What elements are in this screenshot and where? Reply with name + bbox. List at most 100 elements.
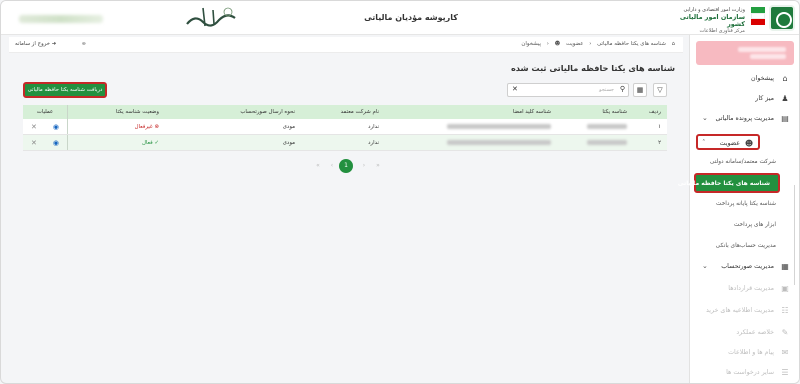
sidebar-item-label: مدیریت پرونده مالیاتی [715,115,775,122]
person-icon: ☻ [554,41,561,47]
logout-label: خروج از سامانه [15,41,50,47]
sidebar-item-dashboard[interactable]: ⌂ پیشخوان [690,71,799,87]
breadcrumb-membership[interactable]: عضویت [566,41,583,47]
next-page-icon[interactable]: › [357,159,371,173]
home-icon: ⌂ [671,41,675,47]
app-window: وزارت امور اقتصادی و دارایی سازمان امور … [0,0,800,384]
breadcrumb-current: شناسه های یکتا حافظه مالیاتی [597,41,666,47]
sidebar-item-label: سایر درخواست ها [726,369,774,376]
sidebar-item-label: مدیریت قراردادها [728,285,774,292]
row-send-mode: مودی [282,123,295,130]
sidebar-item-summary: ✎ خلاصه عملکرد [690,325,799,341]
delete-icon[interactable]: ✕ [31,139,37,147]
user-profile-card[interactable] [696,41,794,65]
subitem-label: شناسه یکتا پایانه پرداخت [716,201,776,207]
col-send-mode[interactable]: نحوه ارسال صورتحساب [215,105,295,119]
sidebar-item-desk[interactable]: ♟ میز کار [690,91,799,107]
table-row[interactable]: ۱ ندارد مودی غیرفعال ⊗ ✕ ◉ [23,119,667,135]
contract-icon: ▣ [781,284,789,293]
col-status[interactable]: وضعیت شناسه یکتا [75,105,159,119]
chevron-down-icon: ⌄ [702,262,708,270]
file-icon: ▤ [781,114,789,123]
table-row[interactable]: ۲ ندارد مودی فعال ✓ ✕ ◉ [23,135,667,151]
subitem-trusted-company[interactable]: شرکت معتمد/سامانه دولتی [690,156,790,170]
sign-key-blurred [441,135,551,150]
col-operations: عملیات [36,109,54,115]
row-company: ندارد [368,123,379,130]
breadcrumb-bar: شناسه های یکتا حافظه مالیاتی ‹ عضویت ☻ ‹… [9,37,683,53]
home-icon: ⌂ [782,74,788,83]
last-page-icon[interactable]: » [371,159,385,173]
logout-button[interactable]: خروج از سامانه ➜ [15,41,56,47]
subitem-label: شناسه های یکتا حافظه مالیاتی [677,180,770,187]
search-icon: ⚲ [619,85,625,93]
search-placeholder: جستجو [599,87,614,93]
view-icon[interactable]: ◉ [53,139,59,147]
first-page-icon[interactable]: « [311,159,325,173]
filter-icon[interactable]: ▽ [653,83,667,97]
iran-flag-icon [751,7,765,27]
notice-icon: ☷ [781,306,789,315]
subitem-label: مدیریت حساب‌های بانکی [715,243,776,249]
clear-icon[interactable]: ✕ [512,85,518,93]
status-badge: غیرفعال ⊗ [75,119,159,134]
x-circle-icon: ⊗ [154,123,159,130]
production-calligraphy-logo [186,7,236,27]
col-unique-id[interactable]: شناسه یکتا [567,105,627,119]
col-trusted-company[interactable]: نام شرکت معتمد [309,105,379,119]
row-index: ۱ [658,123,661,130]
status-badge: فعال ✓ [75,135,159,150]
user-info-blurred [19,15,103,23]
subitem-memory-ids[interactable]: شناسه های یکتا حافظه مالیاتی [678,173,780,193]
unique-id-blurred [567,135,627,150]
col-sign-key[interactable]: شناسه کلید امضا [441,105,551,119]
row-company: ندارد [368,139,379,146]
receipt-icon: ▦ [781,262,789,271]
sidebar-item-label: عضویت [719,140,740,147]
check-circle-icon: ✓ [154,139,159,146]
logout-icon: ➜ [51,41,57,47]
delete-icon[interactable]: ✕ [31,123,37,131]
search-input[interactable]: ⚲ جستجو ✕ [507,83,629,97]
sidebar-item-contracts: ▣ مدیریت قراردادها [690,281,799,297]
request-icon: ☰ [781,368,789,377]
pagination: « ‹ 1 › » [311,159,387,173]
col-index[interactable]: ردیف [645,105,661,119]
table-header: ردیف شناسه یکتا شناسه کلید امضا نام شرکت… [23,105,667,119]
sidebar-item-label: میز کار [755,95,774,102]
sidebar-item-purchase-notices: ☷ مدیریت اطلاعیه های خرید [690,303,799,319]
subitem-payment-tools[interactable]: ابزار های پرداخت [690,219,790,233]
subitem-bank-accounts[interactable]: مدیریت حساب‌های بانکی [690,240,790,254]
users-icon: ♟ [781,94,789,103]
subitem-label: شرکت معتمد/سامانه دولتی [709,159,776,165]
sidebar-item-label: پیشخوان [751,75,774,82]
status-label: غیرفعال [134,123,153,130]
view-icon[interactable]: ◉ [53,123,59,131]
row-send-mode: مودی [282,139,295,146]
sidebar-item-membership[interactable]: ☻ عضویت ˆ [696,134,760,150]
status-label: فعال [142,139,153,146]
subitem-payment-terminal[interactable]: شناسه یکتا پایانه پرداخت [690,198,790,212]
org-name: وزارت امور اقتصادی و دارایی سازمان امور … [673,7,745,35]
chevron-down-icon: ⌄ [702,114,708,122]
memory-id-table: ردیف شناسه یکتا شناسه کلید امضا نام شرکت… [23,105,667,151]
top-header: وزارت امور اقتصادی و دارایی سازمان امور … [1,1,799,35]
breadcrumb-dashboard[interactable]: پیشخوان [521,41,541,47]
bell-icon[interactable]: ⚭ [81,40,87,48]
org-line-3: مرکز فناوری اطلاعات [699,28,746,34]
sidebar-item-label: مدیریت اطلاعیه های خرید [706,307,774,314]
get-memory-id-button[interactable]: دریافت شناسه یکتا حافظه مالیاتی [23,82,107,98]
sidebar-item-invoices[interactable]: ▦ مدیریت صورتحساب ⌄ [690,259,799,275]
subitem-label: ابزار های پرداخت [733,222,776,228]
row-index: ۲ [658,139,661,146]
prev-page-icon[interactable]: ‹ [325,159,339,173]
columns-icon[interactable]: ▦ [633,83,647,97]
sidebar-item-tax-file[interactable]: ▤ مدیریت پرونده مالیاتی ⌄ [690,111,799,127]
org-line-2: سازمان امور مالیاتی کشور [679,13,745,28]
sidebar: ⌂ پیشخوان ♟ میز کار ▤ مدیریت پرونده مالی… [678,35,799,383]
breadcrumb: شناسه های یکتا حافظه مالیاتی ‹ عضویت ☻ ‹… [521,41,675,47]
page-current[interactable]: 1 [339,159,353,173]
sidebar-item-label: خلاصه عملکرد [736,329,774,336]
tax-org-logo [769,5,795,31]
app-title: کارپوشه مؤدیان مالیاتی [364,13,458,22]
